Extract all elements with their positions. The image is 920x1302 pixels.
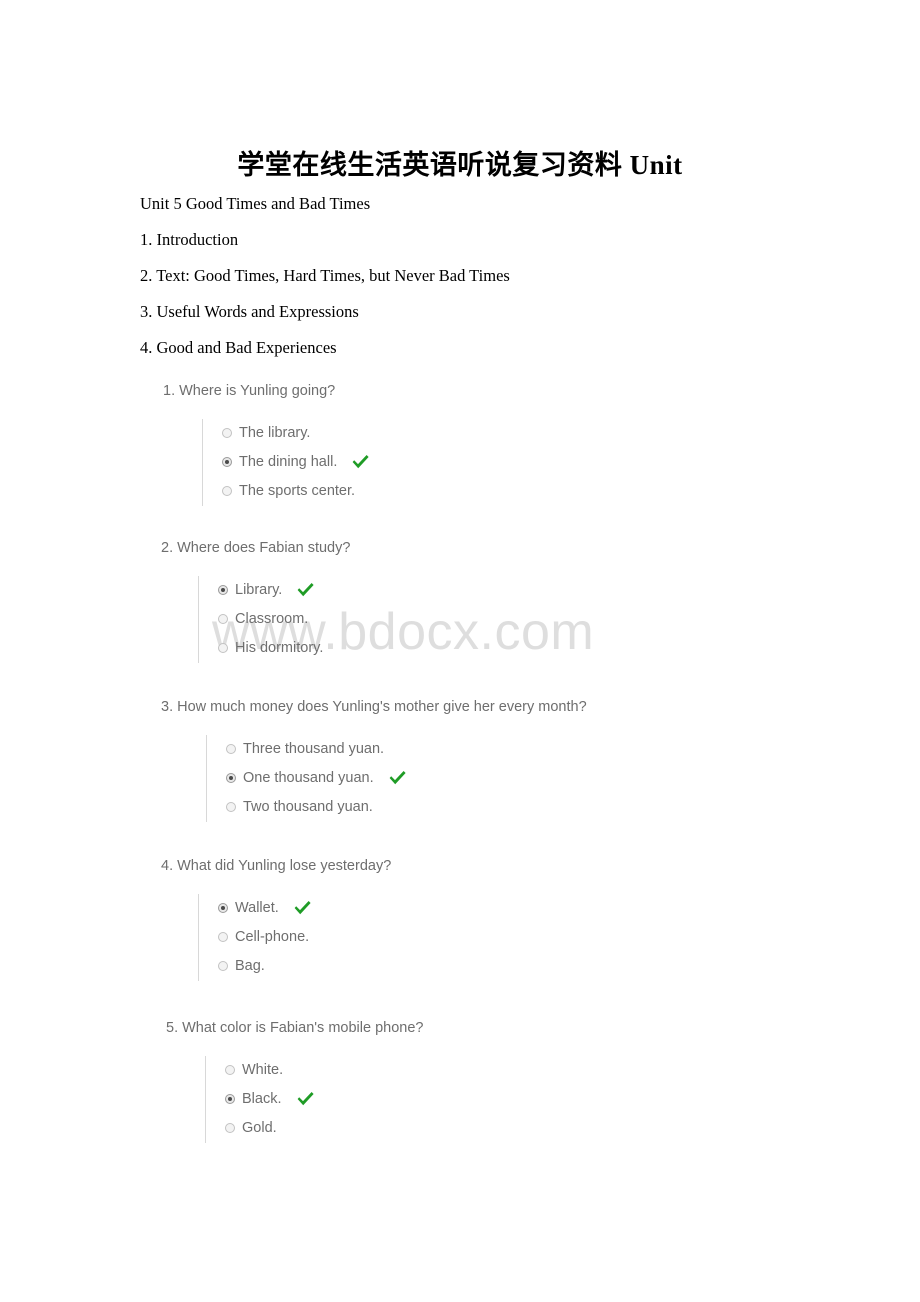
option-group: Library. Classroom. His dormitory. [198,575,861,663]
option-row[interactable]: Library. [218,576,861,605]
question-block: 5. What color is Fabian's mobile phone? W… [166,1021,866,1143]
option-row[interactable]: The sports center. [222,477,863,506]
question-block: 3. How much money does Yunling's mother … [161,700,861,822]
table-of-contents: Unit 5 Good Times and Bad Times 1. Introd… [140,194,840,376]
option-group: The library. The dining hall. The sports c… [202,418,863,506]
option-label: Cell-phone. [235,928,310,945]
option-label: The sports center. [239,482,356,499]
document-page: www.bdocx.com 学堂在线生活英语听说复习资料 Unit Unit 5… [0,0,920,1302]
option-label: The library. [239,424,311,441]
correct-answer-check-icon [351,454,370,470]
option-label: Wallet. [235,899,279,916]
question-text: 4. What did Yunling lose yesterday? [161,858,392,874]
option-row[interactable]: Classroom. [218,605,861,634]
question-text: 5. What color is Fabian's mobile phone? [166,1020,424,1036]
option-label: The dining hall. [239,453,338,470]
option-row[interactable]: One thousand yuan. [226,764,861,793]
question-block: 2. Where does Fabian study? Library. Class… [161,541,861,663]
question-block: 4. What did Yunling lose yesterday? Walle… [161,859,861,981]
option-label: White. [242,1061,284,1078]
question-text: 2. Where does Fabian study? [161,540,351,556]
radio-button[interactable] [218,932,228,942]
option-label: Two thousand yuan. [243,798,373,815]
option-row[interactable]: The library. [222,419,863,448]
option-label: Bag. [235,957,265,974]
toc-line: Unit 5 Good Times and Bad Times [140,194,371,213]
option-group: Three thousand yuan. One thousand yuan. Tw… [206,734,861,822]
question-text: 3. How much money does Yunling's mother … [161,699,587,715]
correct-answer-check-icon [296,1091,315,1107]
toc-line: 1. Introduction [140,230,239,249]
radio-button-selected[interactable] [225,1094,235,1104]
correct-answer-check-icon [293,900,312,916]
question-block: 1. Where is Yunling going? The library. Th… [163,384,863,506]
option-group: White. Black. Gold. [205,1055,866,1143]
option-row[interactable]: The dining hall. [222,448,863,477]
option-label: Three thousand yuan. [243,740,385,757]
radio-button[interactable] [218,614,228,624]
option-label: One thousand yuan. [243,769,374,786]
radio-button[interactable] [225,1065,235,1075]
option-row[interactable]: Three thousand yuan. [226,735,861,764]
option-label: Classroom. [235,610,309,627]
radio-button[interactable] [225,1123,235,1133]
radio-button-selected[interactable] [226,773,236,783]
radio-button-selected[interactable] [218,585,228,595]
option-row[interactable]: Bag. [218,952,861,981]
option-label: His dormitory. [235,639,324,656]
option-group: Wallet. Cell-phone. Bag. [198,893,861,981]
option-row[interactable]: His dormitory. [218,634,861,663]
option-row[interactable]: White. [225,1056,866,1085]
radio-button[interactable] [226,744,236,754]
radio-button[interactable] [226,802,236,812]
option-row[interactable]: Black. [225,1085,866,1114]
option-label: Library. [235,581,283,598]
radio-button-selected[interactable] [222,457,232,467]
correct-answer-check-icon [296,582,315,598]
page-title: 学堂在线生活英语听说复习资料 Unit [237,150,683,180]
radio-button[interactable] [218,961,228,971]
option-row[interactable]: Gold. [225,1114,866,1143]
option-label: Gold. [242,1119,277,1136]
option-row[interactable]: Two thousand yuan. [226,793,861,822]
radio-button[interactable] [222,486,232,496]
toc-line: 3. Useful Words and Expressions [140,302,359,321]
correct-answer-check-icon [388,770,407,786]
option-label: Black. [242,1090,282,1107]
radio-button[interactable] [218,643,228,653]
option-row[interactable]: Cell-phone. [218,923,861,952]
toc-line: 4. Good and Bad Experiences [140,338,337,357]
question-text: 1. Where is Yunling going? [163,383,336,399]
toc-line: 2. Text: Good Times, Hard Times, but Nev… [140,266,510,285]
radio-button-selected[interactable] [218,903,228,913]
radio-button[interactable] [222,428,232,438]
option-row[interactable]: Wallet. [218,894,861,923]
